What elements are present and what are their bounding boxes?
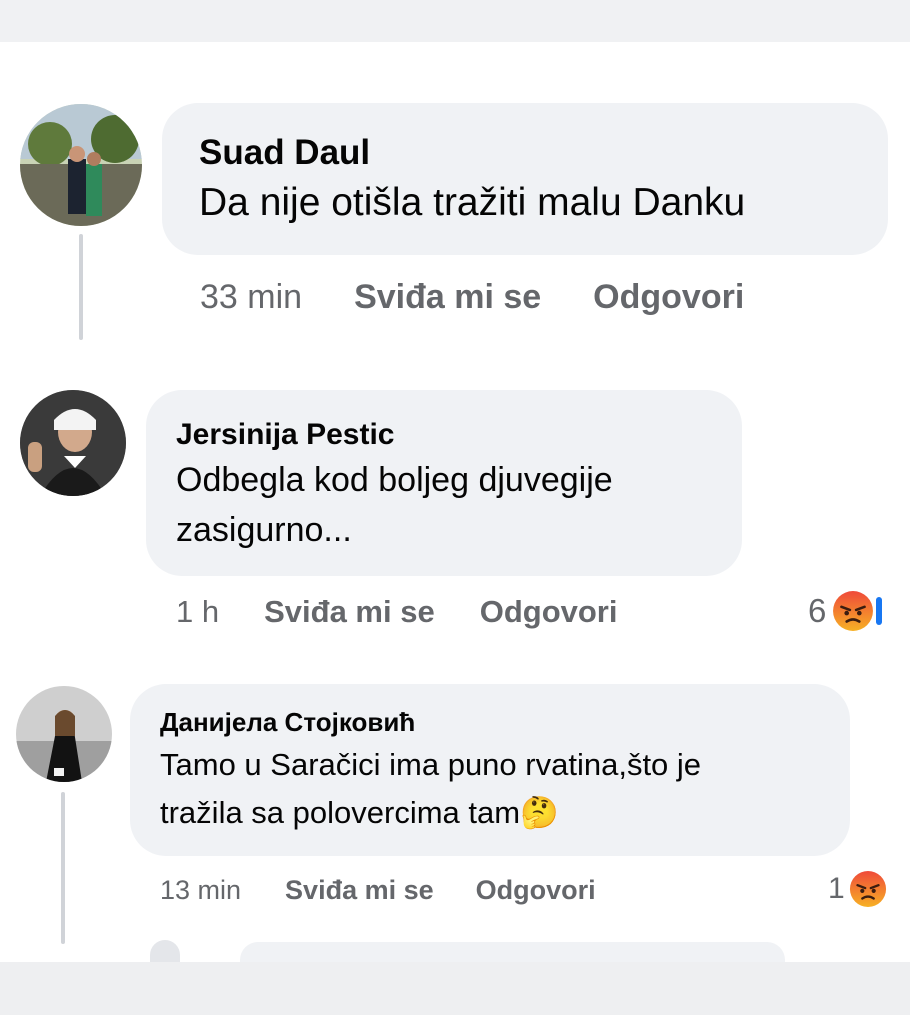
reply-button[interactable]: Odgovori [593, 278, 744, 317]
comment-bubble: Suad Daul Da nije otišla tražiti malu Da… [162, 103, 888, 255]
comment-text-line2: tražila sa polovercima tam🤔 [160, 790, 820, 836]
reply-button[interactable]: Odgovori [480, 594, 618, 630]
avatar-suad-daul[interactable] [20, 104, 142, 226]
reaction-summary[interactable]: 1 [828, 868, 887, 910]
reaction-summary[interactable]: 6 [808, 589, 883, 633]
avatar-jersinija-pestic[interactable] [20, 390, 126, 496]
next-comment-avatar [150, 940, 180, 962]
reaction-overflow [876, 597, 883, 625]
comment-text: Da nije otišla tražiti malu Danku [199, 181, 746, 224]
comment-actions: 1 h Sviđa mi se Odgovori [176, 592, 617, 632]
comment-text-line: Odbegla kod boljeg djuvegije [176, 461, 613, 499]
bottom-bar [0, 962, 910, 1015]
comment-time[interactable]: 33 min [200, 278, 302, 317]
reaction-count: 1 [828, 872, 845, 905]
comment-bubble: Jersinija Pestic Odbegla kod boljeg djuv… [146, 390, 742, 576]
thinking-face-emoji: 🤔 [520, 795, 559, 831]
comment-time[interactable]: 1 h [176, 594, 219, 630]
angry-emoji-icon [849, 870, 887, 908]
comment-bubble: Данијела Стојковић Tamo u Saračici ima p… [130, 684, 850, 856]
reply-button[interactable]: Odgovori [476, 875, 596, 906]
angry-emoji-icon [832, 590, 874, 632]
comment-author[interactable]: Jersinija Pestic [176, 416, 712, 454]
comment-text-line: Tamo u Saračici ima puno rvatina,što je [160, 747, 702, 782]
reaction-count: 6 [808, 592, 827, 629]
thread-line [61, 792, 65, 944]
comment-time[interactable]: 13 min [160, 875, 241, 906]
comment-author[interactable]: Suad Daul [199, 131, 852, 175]
like-button[interactable]: Sviđa mi se [354, 278, 541, 317]
comment-actions: 33 min Sviđa mi se Odgovori [200, 276, 744, 318]
top-bar [0, 0, 910, 42]
thread-line [79, 234, 83, 340]
comment-author[interactable]: Данијела Стојковић [160, 704, 820, 740]
comment-text-line: zasigurno... [176, 511, 352, 549]
avatar-danijela-stojkovic[interactable] [16, 686, 112, 782]
comment-text-part: tražila sa polovercima tam [160, 795, 521, 830]
like-button[interactable]: Sviđa mi se [264, 594, 435, 630]
like-button[interactable]: Sviđa mi se [285, 875, 434, 906]
comment-actions: 13 min Sviđa mi se Odgovori [160, 872, 596, 908]
next-comment-bubble [240, 942, 785, 962]
